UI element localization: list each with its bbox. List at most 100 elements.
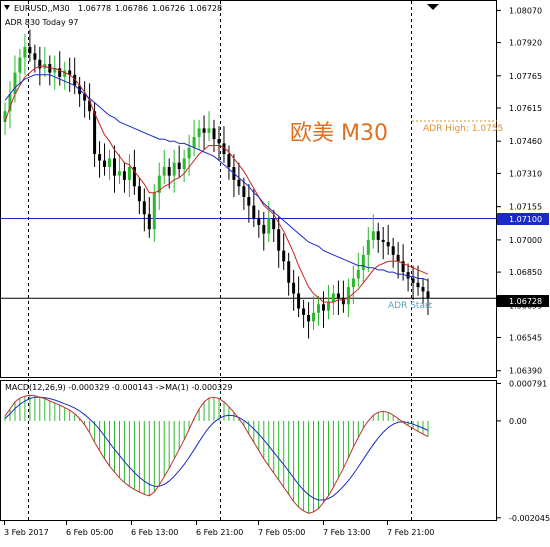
candle (78, 76, 82, 107)
candle (48, 55, 52, 86)
candle-body (147, 214, 151, 230)
candle (366, 227, 370, 273)
candle (282, 233, 286, 270)
candle-body (312, 312, 315, 322)
candle-body (33, 53, 37, 60)
candle-body (28, 46, 32, 54)
candle-body (282, 250, 286, 262)
price-tick-label: 1.07615 (509, 104, 542, 113)
price-tick-label: 1.07920 (509, 39, 542, 48)
candle (53, 55, 57, 90)
candle-body (421, 287, 425, 292)
current-price-text: 1.06728 (509, 297, 542, 306)
adr-indicator-label: ADR 830 Today 97 (5, 18, 78, 27)
candle-body (346, 287, 350, 305)
candle (137, 177, 141, 215)
time-tick-label: 3 Feb 2017 (4, 528, 49, 537)
candle-body (302, 308, 306, 315)
candle-body (98, 154, 102, 161)
trading-chart[interactable]: 1.08070 1.07920 1.07765 1.07615 1.07460 1.073… (0, 0, 550, 547)
candle (172, 149, 176, 193)
candle (297, 276, 301, 318)
candle-body (267, 218, 271, 234)
candle-body (177, 162, 181, 170)
candle (122, 162, 126, 193)
adr-start-label: ADR Start (388, 301, 433, 311)
candle-body (336, 293, 340, 298)
candle-body (197, 128, 201, 137)
candle (356, 252, 360, 288)
candle (118, 154, 121, 185)
time-tick-label: 6 Feb 13:00 (131, 528, 178, 537)
candle (322, 291, 325, 328)
candle (113, 145, 116, 193)
candle (182, 149, 186, 182)
candle (73, 57, 77, 95)
candle (157, 162, 161, 210)
candle-body (202, 128, 206, 133)
candle-body (416, 282, 420, 288)
candle-body (287, 261, 291, 283)
price-tick-label: 1.06850 (509, 268, 542, 277)
candle (127, 154, 131, 197)
ohlc-open: 1.06778 (78, 4, 111, 13)
candle (396, 242, 400, 279)
macd-indicator (4, 394, 429, 514)
candle-body (18, 57, 22, 73)
price-tick-label: 1.08070 (509, 6, 542, 15)
macd-panel-frame (0, 380, 497, 521)
macd-tick-label: -0.002045 (509, 514, 550, 523)
ma-blue-line (4, 74, 429, 282)
candle-body (142, 201, 146, 215)
price-tick-label: 1.06545 (509, 334, 542, 343)
blue-line-price-text: 1.07100 (509, 215, 542, 224)
price-tick-label: 1.07310 (509, 169, 542, 178)
candle (331, 284, 335, 315)
price-tick-label: 1.07460 (509, 137, 542, 146)
candle-body (277, 229, 281, 251)
macd-tick-label: 0.000791 (509, 379, 547, 388)
candle-body (406, 272, 410, 279)
candle-body (307, 315, 311, 322)
candle (336, 280, 340, 315)
candle (391, 237, 395, 268)
candle-body (381, 239, 385, 242)
candle-body (327, 302, 330, 311)
candle-body (262, 224, 266, 234)
price-tick-label: 1.06390 (509, 367, 542, 376)
candle-body (167, 167, 171, 176)
candle-body (297, 293, 301, 309)
candle (386, 224, 390, 255)
candle (302, 299, 306, 328)
candle (147, 197, 151, 238)
candle (23, 34, 27, 75)
candle-body (376, 231, 380, 240)
candle-body (237, 179, 241, 187)
candle-body (137, 186, 141, 202)
candle-body (257, 218, 261, 225)
candle (292, 269, 296, 311)
candle (257, 209, 261, 238)
candle (18, 49, 22, 86)
candle-body (272, 218, 276, 230)
candle (312, 295, 315, 330)
candle-body (187, 147, 191, 159)
candle (187, 134, 191, 176)
candle (177, 145, 181, 178)
candle-body (108, 158, 111, 167)
ohlc-low: 1.06726 (152, 4, 185, 13)
scroll-marker-icon[interactable] (427, 4, 439, 10)
watermark-label: 欧美 M30 (290, 121, 388, 146)
candle (207, 111, 211, 142)
candle-body (162, 167, 166, 176)
candle-body (227, 154, 231, 167)
time-axis: 3 Feb 2017 6 Feb 05:00 6 Feb 13:00 6 Feb 21… (4, 521, 434, 537)
candle-body (182, 158, 186, 170)
candle (307, 302, 311, 339)
candle-body (242, 186, 246, 197)
candle-body (366, 239, 370, 255)
candle-body (356, 269, 360, 279)
candle (262, 212, 266, 251)
candle-body (13, 72, 17, 94)
candle (406, 263, 410, 292)
